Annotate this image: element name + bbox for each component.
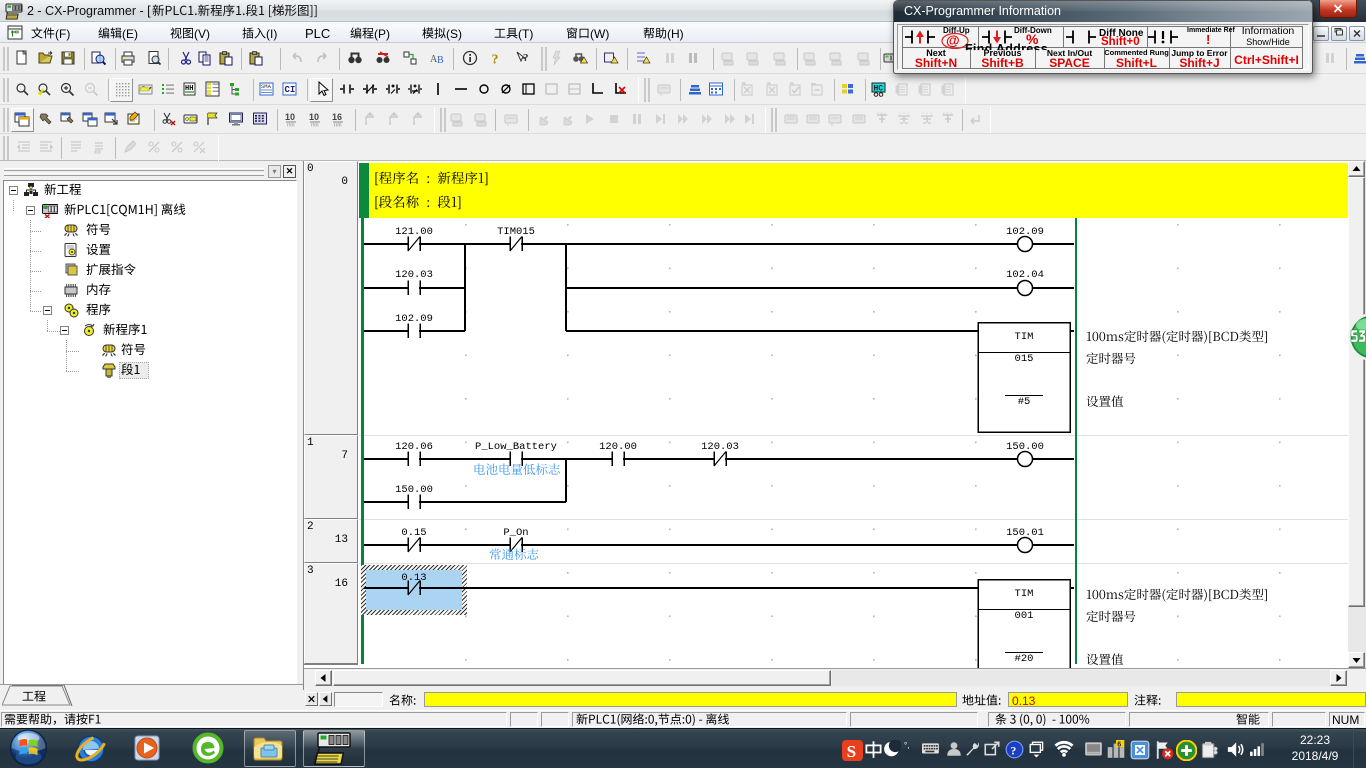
svg-text:?: ? — [492, 53, 499, 67]
svg-text:SMA: SMA — [261, 83, 272, 90]
svg-text:?: ? — [1010, 743, 1016, 757]
svg-text:rrm: rrm — [287, 123, 295, 128]
svg-text:B: B — [437, 55, 444, 66]
svg-text:10: 10 — [285, 112, 295, 122]
svg-text:10: 10 — [309, 112, 319, 122]
svg-text:rrm: rrm — [311, 123, 319, 128]
svg-text:CI: CI — [285, 85, 296, 95]
svg-text:rrm: rrm — [334, 123, 342, 128]
svg-text:?: ? — [523, 52, 529, 64]
svg-text:S: S — [847, 742, 856, 761]
svg-text:°,: °, — [904, 741, 909, 750]
svg-text:HC: HC — [874, 85, 884, 94]
svg-text:16: 16 — [332, 112, 342, 122]
svg-text:6: 6 — [1117, 741, 1121, 749]
